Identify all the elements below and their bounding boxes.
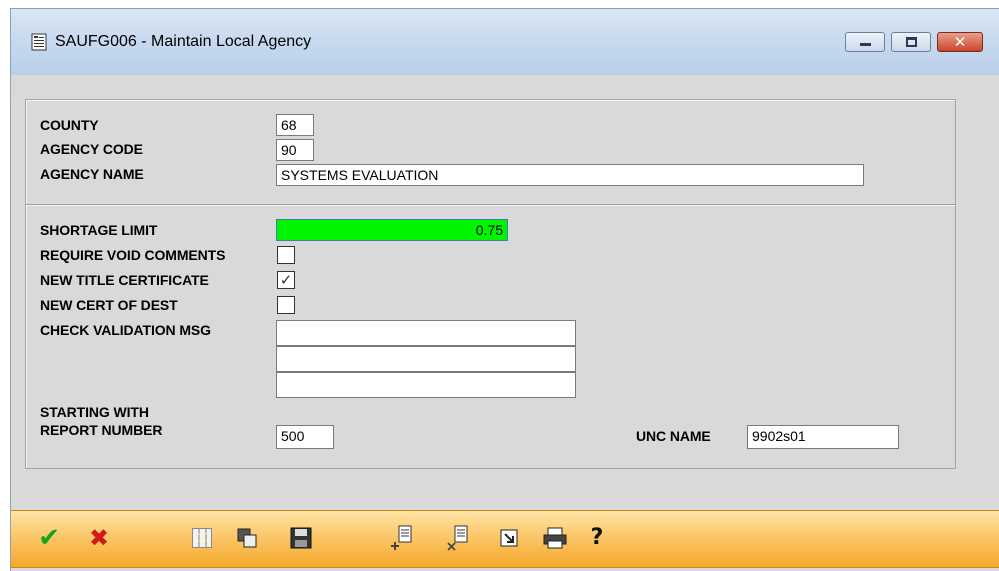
unc-name-field[interactable]: 9902s01	[747, 425, 899, 449]
action-toolbar: ✔ ✖ ?	[11, 510, 999, 568]
section-divider	[26, 204, 955, 206]
agency-code-label: AGENCY CODE	[40, 141, 143, 157]
insert-row-icon[interactable]	[389, 524, 417, 552]
shortage-limit-field[interactable]: 0.75	[276, 219, 508, 241]
new-cert-of-dest-label: NEW CERT OF DEST	[40, 297, 178, 313]
title-bar[interactable]: SAUFG006 - Maintain Local Agency ✕	[11, 9, 999, 75]
check-validation-msg-line-1[interactable]	[276, 320, 576, 346]
document-icon	[31, 33, 47, 51]
county-label: COUNTY	[40, 117, 99, 133]
require-void-comments-label: REQUIRE VOID COMMENTS	[40, 247, 226, 263]
save-icon[interactable]	[287, 524, 315, 552]
export-icon[interactable]	[495, 524, 523, 552]
agency-name-label: AGENCY NAME	[40, 166, 144, 182]
unc-name-label: UNC NAME	[636, 428, 711, 444]
minimize-button[interactable]	[845, 32, 885, 52]
check-validation-msg-line-3[interactable]	[276, 372, 576, 398]
new-title-certificate-checkbox[interactable]: ✓	[277, 271, 295, 289]
new-title-certificate-label: NEW TITLE CERTIFICATE	[40, 272, 209, 288]
header-spacer	[11, 75, 999, 101]
close-button[interactable]: ✕	[937, 32, 983, 52]
ok-icon[interactable]: ✔	[35, 524, 63, 552]
check-validation-msg-label: CHECK VALIDATION MSG	[40, 322, 211, 338]
window-title: SAUFG006 - Maintain Local Agency	[55, 33, 312, 50]
county-field[interactable]: 68	[276, 114, 314, 136]
maximize-icon	[906, 37, 917, 47]
starting-with-label: STARTING WITH	[40, 404, 149, 420]
print-icon[interactable]	[541, 524, 569, 552]
app-window: SAUFG006 - Maintain Local Agency ✕ COUNT…	[10, 8, 999, 571]
new-cert-of-dest-checkbox[interactable]	[277, 296, 295, 314]
report-number-label: REPORT NUMBER	[40, 422, 163, 438]
agency-name-field[interactable]: SYSTEMS EVALUATION	[276, 164, 864, 186]
grid-icon[interactable]	[189, 524, 217, 552]
maximize-button[interactable]	[891, 32, 931, 52]
close-icon: ✕	[953, 33, 967, 51]
minimize-icon	[860, 43, 871, 46]
require-void-comments-checkbox[interactable]	[277, 246, 295, 264]
check-validation-msg-line-2[interactable]	[276, 346, 576, 372]
delete-row-icon[interactable]	[445, 524, 473, 552]
cancel-icon[interactable]: ✖	[85, 524, 113, 552]
copy-icon[interactable]	[233, 524, 261, 552]
agency-code-field[interactable]: 90	[276, 139, 314, 161]
agency-form-panel: COUNTY 68 AGENCY CODE 90 AGENCY NAME SYS…	[25, 99, 956, 469]
report-number-field[interactable]: 500	[276, 425, 334, 449]
help-icon[interactable]: ?	[583, 524, 611, 552]
shortage-limit-label: SHORTAGE LIMIT	[40, 222, 158, 238]
